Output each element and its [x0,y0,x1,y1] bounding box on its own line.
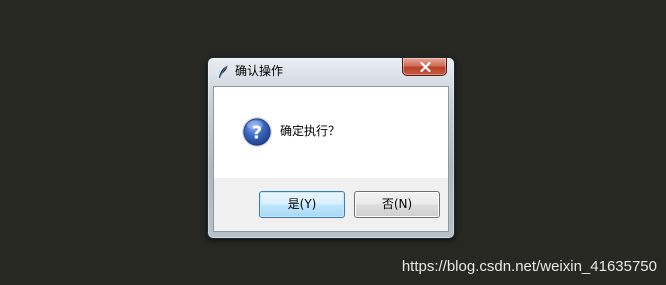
dialog-client-area: ? 确定执行？ 是(Y) 否(N) [213,86,449,232]
message-area: ? 确定执行？ [214,87,448,178]
close-button[interactable] [402,58,447,76]
yes-button[interactable]: 是(Y) [259,191,345,218]
no-button[interactable]: 否(N) [354,191,440,218]
close-icon [420,62,431,72]
dialog-titlebar[interactable]: 确认操作 [208,58,454,84]
button-area: 是(Y) 否(N) [214,178,448,231]
feather-icon [217,64,229,78]
confirm-dialog: 确认操作 ? 确定执行？ 是(Y) 否(N) [207,57,455,239]
watermark: https://blog.csdn.net/weixin_41635750 [401,258,657,275]
dialog-message: 确定执行？ [280,124,341,138]
svg-text:?: ? [252,123,262,144]
question-icon: ? [241,116,273,148]
dialog-title: 确认操作 [235,64,284,78]
